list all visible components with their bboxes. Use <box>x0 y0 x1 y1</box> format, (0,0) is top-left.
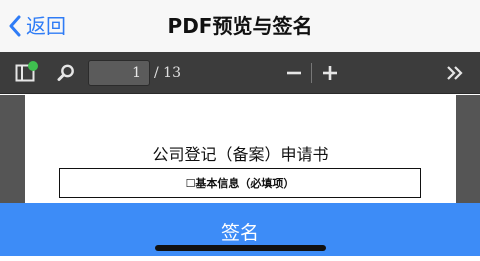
toolbar-separator <box>311 63 312 83</box>
page-total-label: / 13 <box>154 65 181 81</box>
pdf-toolbar: 1 / 13 <box>0 52 480 94</box>
pdf-page: 公司登记（备案）申请书 ☐基本信息（必填项） <box>25 95 456 203</box>
double-chevron-right-icon <box>447 66 463 80</box>
pdf-viewer[interactable]: 公司登记（备案）申请书 ☐基本信息（必填项） <box>0 95 480 203</box>
page-number-input[interactable]: 1 <box>88 60 150 86</box>
minus-icon <box>287 71 301 75</box>
sign-button-label: 签名 <box>220 222 259 244</box>
zoom-in-button[interactable] <box>318 61 342 85</box>
navigation-bar: 返回 PDF预览与签名 <box>0 0 480 52</box>
section-box: ☐基本信息（必填项） <box>59 168 421 198</box>
page-title: PDF预览与签名 <box>167 14 313 38</box>
search-icon <box>57 64 74 81</box>
document-title: 公司登记（备案）申请书 <box>152 145 329 164</box>
zoom-out-button[interactable] <box>282 61 306 85</box>
home-indicator[interactable] <box>155 245 326 251</box>
notification-dot <box>28 61 38 71</box>
section-title: ☐基本信息（必填项） <box>185 177 295 190</box>
search-button[interactable] <box>54 61 78 85</box>
more-tools-button[interactable] <box>442 61 468 85</box>
plus-icon <box>323 66 337 80</box>
bottom-strip <box>0 256 480 261</box>
